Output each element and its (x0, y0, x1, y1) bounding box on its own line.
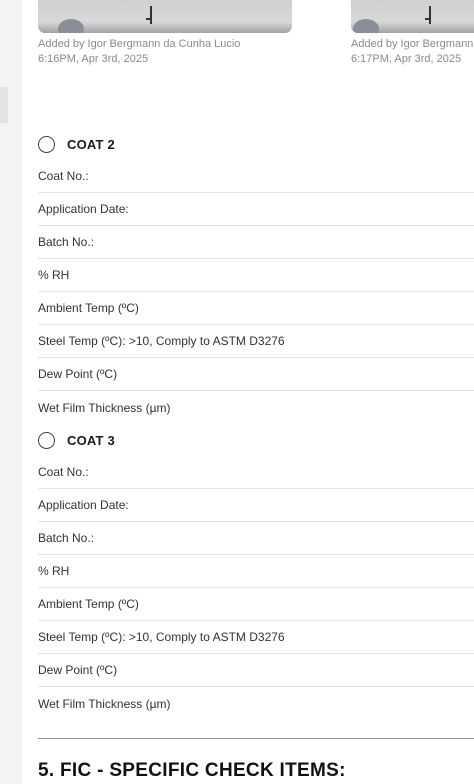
coat-2-title: COAT 2 (67, 136, 115, 152)
coat-3-field-coat-no[interactable]: Coat No.: (38, 456, 474, 489)
coat-2-field-steel-temp[interactable]: Steel Temp (ºC): >10, Comply to ASTM D32… (38, 325, 474, 358)
photo-timestamp: 6:16PM, Apr 3rd, 2025 (38, 53, 149, 65)
coat-3-field-rh[interactable]: % RH (38, 555, 474, 588)
coat-3-field-wet-film-thickness[interactable]: Wet Film Thickness (µm) (38, 687, 474, 720)
section-divider (38, 738, 474, 739)
coat-3-field-dew-point[interactable]: Dew Point (ºC) (38, 654, 474, 687)
coat-3-field-batch-no[interactable]: Batch No.: (38, 522, 474, 555)
coat-3-field-application-date[interactable]: Application Date: (38, 489, 474, 522)
sidebar-selected-indicator[interactable] (0, 87, 8, 123)
coat-3-field-ambient-temp[interactable]: Ambient Temp (ºC) (38, 588, 474, 621)
coat-3-field-steel-temp[interactable]: Steel Temp (ºC): >10, Comply to ASTM D32… (38, 621, 474, 654)
section-title-fic-specific-check-items: 5. FIC - SPECIFIC CHECK ITEMS: (38, 760, 346, 781)
coat-2-field-wet-film-thickness[interactable]: Wet Film Thickness (µm) (38, 391, 474, 424)
photo-added-by: Added by Igor Bergmann (351, 38, 474, 50)
coat-3-radio[interactable] (38, 431, 55, 449)
photo-thumbnail[interactable] (351, 0, 474, 33)
coat-2-field-batch-no[interactable]: Batch No.: (38, 226, 474, 259)
coat-3-header[interactable]: COAT 3 (38, 428, 115, 452)
photo-thumbnail[interactable] (38, 0, 292, 33)
inspection-form-panel: Added by Igor Bergmann da Cunha Lucio 6:… (22, 0, 474, 784)
coat-2-field-ambient-temp[interactable]: Ambient Temp (ºC) (38, 292, 474, 325)
coat-2-field-dew-point[interactable]: Dew Point (ºC) (38, 358, 474, 391)
coat-2-field-coat-no[interactable]: Coat No.: (38, 160, 474, 193)
photo-timestamp: 6:17PM, Apr 3rd, 2025 (351, 53, 462, 65)
coat-2-field-application-date[interactable]: Application Date: (38, 193, 474, 226)
photo-caption: Added by Igor Bergmann 6:17PM, Apr 3rd, … (351, 37, 473, 67)
left-sidebar-strip (0, 0, 22, 784)
photo-caption: Added by Igor Bergmann da Cunha Lucio 6:… (38, 37, 240, 67)
coat-2-radio[interactable] (38, 135, 55, 153)
coat-2-field-rh[interactable]: % RH (38, 259, 474, 292)
coat-3-title: COAT 3 (67, 432, 115, 448)
coat-2-header[interactable]: COAT 2 (38, 132, 115, 156)
photo-added-by: Added by Igor Bergmann da Cunha Lucio (38, 38, 241, 50)
